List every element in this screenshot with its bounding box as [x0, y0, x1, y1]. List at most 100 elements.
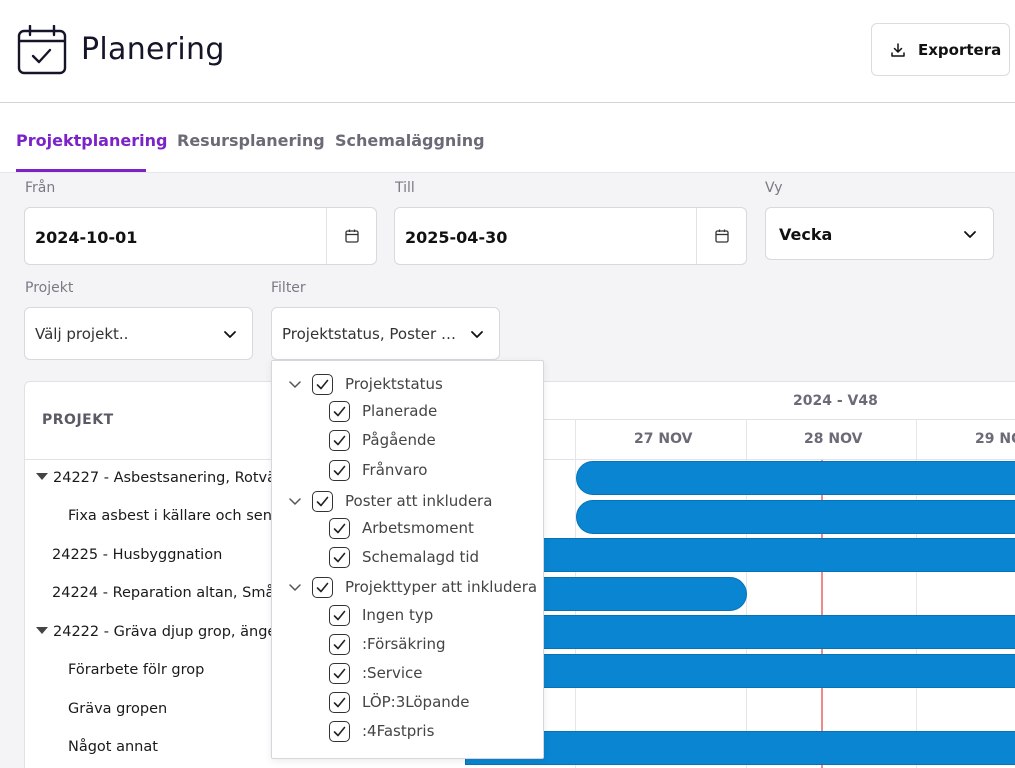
from-date-field[interactable]: 2024-10-01: [24, 207, 377, 265]
calendar-icon: [344, 229, 359, 243]
tab-projektplanering[interactable]: Projektplanering: [16, 131, 167, 150]
checkbox[interactable]: [329, 546, 350, 568]
project-row-label: 24222 - Gräva djup grop, ängen: [53, 624, 286, 640]
filter-option-label: :4Fastpris: [362, 722, 435, 740]
to-calendar-button[interactable]: [696, 208, 746, 264]
week-divider: [465, 419, 1015, 420]
filter-label: Filter: [271, 280, 306, 296]
filter-option-lopande[interactable]: LÖP:3Löpande: [329, 690, 470, 714]
tab-schemalaggning[interactable]: Schemaläggning: [335, 131, 485, 150]
filter-group-label: Projekttyper att inkludera: [345, 578, 538, 596]
chevron-down-icon: [471, 331, 483, 338]
filter-select-value: Projektstatus, Poster att inkludera, Pro…: [282, 325, 462, 343]
view-select[interactable]: Vecka: [765, 207, 994, 260]
gantt-bar[interactable]: [465, 731, 1015, 765]
to-date-field[interactable]: 2025-04-30: [394, 207, 747, 265]
chevron-down-icon[interactable]: [288, 377, 302, 391]
filter-group-projekttyper[interactable]: Projekttyper att inkludera: [288, 575, 537, 599]
check-icon: [333, 726, 346, 736]
filter-option-forsakring[interactable]: :Försäkring: [329, 632, 446, 656]
checkbox[interactable]: [329, 691, 350, 713]
filter-option-fastpris[interactable]: :4Fastpris: [329, 719, 434, 743]
check-icon: [316, 496, 329, 506]
checkbox[interactable]: [312, 490, 333, 512]
check-icon: [333, 639, 346, 649]
from-date-value[interactable]: 2024-10-01: [35, 228, 137, 247]
chevron-down-icon: [224, 331, 236, 338]
checkbox[interactable]: [329, 517, 350, 539]
task-row[interactable]: Gräva gropen: [68, 701, 167, 717]
export-label: Exportera: [918, 40, 1002, 59]
day-header: 27 NOV: [634, 431, 693, 447]
filter-option-label: Ingen typ: [362, 606, 434, 624]
filter-option-arbetsmoment[interactable]: Arbetsmoment: [329, 516, 474, 540]
download-icon: [891, 42, 905, 57]
task-row[interactable]: Förarbete fölr grop: [68, 662, 204, 678]
check-icon: [333, 697, 346, 707]
chevron-down-icon[interactable]: [288, 580, 302, 594]
filter-option-ingen-typ[interactable]: Ingen typ: [329, 603, 433, 627]
from-label: Från: [25, 180, 56, 196]
checkbox[interactable]: [329, 400, 350, 422]
day-header: 28 NOV: [804, 431, 863, 447]
project-row[interactable]: 24225 - Husbyggnation: [52, 547, 222, 563]
filter-option-franvaro[interactable]: Frånvaro: [329, 458, 428, 482]
filter-group-projektstatus[interactable]: Projektstatus: [288, 372, 443, 396]
active-tab-indicator: [16, 169, 146, 172]
filter-select[interactable]: Projektstatus, Poster att inkludera, Pro…: [271, 307, 500, 360]
filter-group-label: Projektstatus: [345, 375, 443, 393]
filter-option-label: Frånvaro: [362, 461, 428, 479]
checkbox[interactable]: [329, 604, 350, 626]
check-icon: [333, 523, 346, 533]
filter-option-label: Pågående: [362, 431, 436, 449]
checkbox[interactable]: [312, 576, 333, 598]
filter-option-service[interactable]: :Service: [329, 661, 423, 685]
expand-caret-icon[interactable]: [36, 472, 48, 480]
filter-option-label: LÖP:3Löpande: [362, 693, 470, 711]
filter-option-pagaende[interactable]: Pågående: [329, 428, 436, 452]
checkbox[interactable]: [329, 662, 350, 684]
checkbox[interactable]: [329, 720, 350, 742]
gantt-bar[interactable]: [576, 500, 1015, 534]
checkbox[interactable]: [312, 373, 333, 395]
filter-option-planerade[interactable]: Planerade: [329, 399, 437, 423]
checkbox[interactable]: [329, 459, 350, 481]
filter-option-schemalagd-tid[interactable]: Schemalagd tid: [329, 545, 479, 569]
gantt-bar[interactable]: [576, 461, 1015, 495]
filter-option-label: Arbetsmoment: [362, 519, 474, 537]
check-icon: [316, 582, 329, 592]
project-select-placeholder: Välj projekt..: [35, 325, 129, 343]
checkbox[interactable]: [329, 633, 350, 655]
checkbox[interactable]: [329, 429, 350, 451]
view-select-value: Vecka: [779, 225, 833, 244]
filter-group-label: Poster att inkludera: [345, 492, 493, 510]
project-row-label: 24227 - Asbestsanering, Rotvägen: [53, 470, 304, 486]
from-calendar-button[interactable]: [326, 208, 376, 264]
gantt-bar[interactable]: [465, 654, 1015, 688]
view-label: Vy: [765, 180, 783, 196]
filter-option-label: Schemalagd tid: [362, 548, 480, 566]
tab-resursplanering[interactable]: Resursplanering: [177, 131, 325, 150]
gantt-bar[interactable]: [465, 615, 1015, 649]
chevron-down-icon[interactable]: [288, 494, 302, 508]
project-select[interactable]: Välj projekt..: [24, 307, 253, 360]
check-icon: [333, 552, 346, 562]
task-row[interactable]: Fixa asbest i källare och sen...: [68, 508, 286, 524]
check-icon: [333, 406, 346, 416]
project-row[interactable]: 24227 - Asbestsanering, Rotvägen: [36, 470, 303, 486]
gantt-bar[interactable]: [465, 538, 1015, 572]
project-label: Projekt: [25, 280, 74, 296]
filter-option-label: :Service: [362, 664, 423, 682]
page-title: Planering: [81, 32, 225, 67]
to-date-value[interactable]: 2025-04-30: [405, 228, 507, 247]
task-row[interactable]: Något annat: [68, 739, 158, 755]
export-button[interactable]: Exportera: [871, 23, 1010, 76]
check-icon: [333, 610, 346, 620]
to-label: Till: [395, 180, 415, 196]
project-row[interactable]: 24222 - Gräva djup grop, ängen: [36, 624, 286, 640]
check-icon: [333, 435, 346, 445]
check-icon: [316, 379, 329, 389]
expand-caret-icon[interactable]: [36, 626, 48, 634]
filter-group-poster[interactable]: Poster att inkludera: [288, 489, 492, 513]
check-icon: [333, 465, 346, 475]
